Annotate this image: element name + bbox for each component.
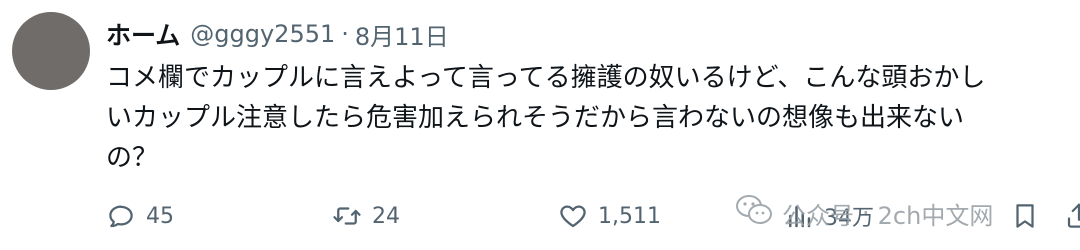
bookmark-icon [1010,201,1040,231]
like-button[interactable]: 1,511 [558,196,661,236]
avatar[interactable] [12,12,90,90]
share-icon [1064,201,1080,231]
author-handle[interactable]: @gggy2551 [190,20,335,48]
retweet-button[interactable]: 24 [332,196,400,236]
watermark: 公众号 · 2ch中文网 [734,188,993,238]
tweet-text-line: コメ欄でカップルに言えよって言ってる擁護の奴いるけど、こんな頭おかし [106,63,986,93]
share-button[interactable] [1064,196,1080,236]
wechat-icon [734,193,782,233]
reply-count: 45 [146,203,174,229]
like-count: 1,511 [598,203,661,229]
reply-icon [106,201,136,231]
tweet-card[interactable]: ホーム @gggy2551 · 8月11日 コメ欄でカップルに言えよって言ってる… [0,0,1080,250]
tweet-header: ホーム @gggy2551 · 8月11日 [106,16,449,52]
tweet-date[interactable]: 8月11日 [355,17,449,52]
heart-icon [558,201,588,231]
tweet-text-line: いカップル注意したら危害加えられそうだから言わないの想像も出来ない [106,103,965,133]
reply-button[interactable]: 45 [106,196,174,236]
watermark-left: 公众号 [782,201,854,230]
tweet-text-line: の？ [106,143,159,173]
retweet-icon [332,201,362,231]
watermark-right: 2ch中文网 [877,201,994,230]
header-separator: · [341,20,349,48]
tweet-text: コメ欄でカップルに言えよって言ってる擁護の奴いるけど、こんな頭おかし いカップル… [106,58,1066,178]
watermark-separator: · [862,199,870,227]
author-display-name[interactable]: ホーム [106,16,180,52]
retweet-count: 24 [372,203,400,229]
bookmark-button[interactable] [1010,196,1040,236]
